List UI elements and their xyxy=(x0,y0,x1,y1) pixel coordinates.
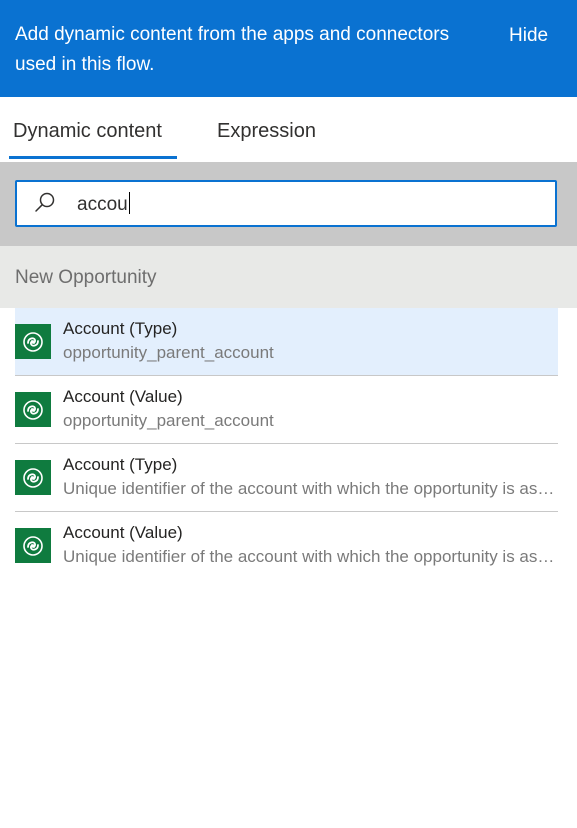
item-title: Account (Type) xyxy=(63,319,178,338)
dynamic-content-list: Account (Type) opportunity_parent_accoun… xyxy=(15,308,558,579)
info-banner: Add dynamic content from the apps and co… xyxy=(0,0,577,97)
search-icon xyxy=(35,192,55,212)
search-input[interactable]: accou xyxy=(15,180,557,227)
active-tab-indicator xyxy=(9,156,177,159)
search-area: accou xyxy=(0,162,577,246)
banner-text: Add dynamic content from the apps and co… xyxy=(15,24,450,75)
item-title: Account (Value) xyxy=(63,523,183,542)
tab-bar: Dynamic content Expression xyxy=(0,97,577,162)
item-subtitle: opportunity_parent_account xyxy=(63,411,274,430)
tab-expression[interactable]: Expression xyxy=(217,117,316,145)
section-title: New Opportunity xyxy=(15,267,157,288)
item-title: Account (Value) xyxy=(63,387,183,406)
section-header: New Opportunity xyxy=(0,246,577,308)
list-item[interactable]: Account (Value) opportunity_parent_accou… xyxy=(15,376,558,444)
dataverse-icon xyxy=(15,528,51,563)
item-subtitle: opportunity_parent_account xyxy=(63,343,274,362)
list-item[interactable]: Account (Type) Unique identifier of the … xyxy=(15,444,558,512)
item-subtitle: Unique identifier of the account with wh… xyxy=(63,479,558,498)
list-item[interactable]: Account (Value) Unique identifier of the… xyxy=(15,512,558,579)
dataverse-icon xyxy=(15,460,51,495)
dataverse-icon xyxy=(15,324,51,359)
item-subtitle: Unique identifier of the account with wh… xyxy=(63,547,558,566)
search-value: accou xyxy=(77,194,128,215)
hide-button[interactable]: Hide xyxy=(509,22,548,50)
tab-dynamic-content[interactable]: Dynamic content xyxy=(13,117,162,145)
dataverse-icon xyxy=(15,392,51,427)
item-title: Account (Type) xyxy=(63,455,178,474)
list-item[interactable]: Account (Type) opportunity_parent_accoun… xyxy=(15,308,558,376)
text-caret xyxy=(128,192,130,214)
